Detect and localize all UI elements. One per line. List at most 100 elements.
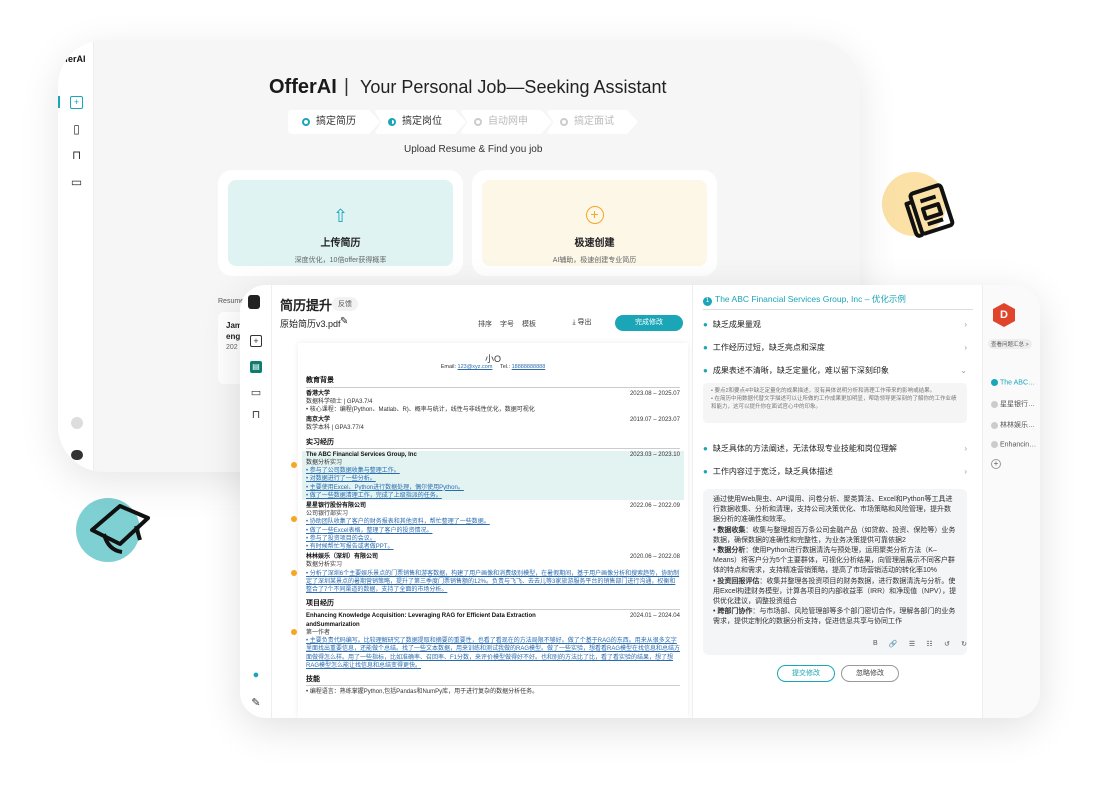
sidebar-active-indicator [58,96,60,108]
note-item: • 在简历中用数据代替文字描述可以让所做的工作成果更加明显，帮助领导更深刻的了解… [711,396,957,410]
sidebar-home-icon[interactable]: + [70,96,83,109]
issue-item[interactable]: ● 工作经历过短，缺乏亮点和深度 › [703,340,967,356]
issue-label: 工作内容过于宽泛，缺乏具体描述 [712,467,833,476]
history-item[interactable]: 林林娱乐… [991,420,1040,430]
history-item[interactable]: Enhancin… [991,441,1040,448]
intern-bullet: • 协助团队收集了客户的财务报表和其他资料，帮忙整理了一些数据。 [306,519,490,526]
step-dot [474,118,482,126]
resume-contact: Email: 123@xyz.com Tel.: 18888888888 [306,363,680,371]
edu-major: 数学本科 | GPA3.77/4 [306,425,364,432]
history-item[interactable]: 星星银行… [991,399,1040,409]
history-item[interactable]: The ABC… [991,379,1040,386]
issue-label: 成果表述不清晰，缺乏定量化，难以留下深刻印象 [712,366,889,375]
chevron-down-icon: ⌄ [960,366,967,375]
history-column: D 查看问题汇总 > The ABC… 星星银行… 林林娱乐… Enhancin… [982,285,1040,718]
warning-marker[interactable] [291,516,297,522]
point-text: ：使用Python进行数据清洗与预处理，运用聚类分析方法（K–Means）将客户… [713,547,955,575]
note-item: • 要点2和要点4中缺乏定量化的成果描述，没有具体说明分析和清理工作带来的影响或… [711,388,936,394]
issue-item[interactable]: ● 工作内容过于宽泛，缺乏具体描述 › [703,464,967,480]
panel-header: 1 The ABC Financial Services Group, Inc –… [703,293,973,310]
add-history-button[interactable]: + [991,459,1001,469]
step-label: 搞定面试 [574,116,614,127]
tel-link[interactable]: 18888888888 [512,364,546,370]
editor-toolbar: B 🔗 ☰ ☷ ↺ ↻ [873,640,967,648]
app-tagline: Your Personal Job—Seeking Assistant [360,77,667,97]
submit-change-button[interactable]: 提交修改 [777,665,835,682]
toolbar-template[interactable]: 模板 [522,319,536,329]
bold-button[interactable]: B [873,640,878,648]
school-name: 香港大学 [306,390,331,397]
export-button[interactable]: ⤓ 导出 [552,315,612,331]
sidebar-briefcase-icon[interactable]: ▭ [70,176,83,189]
upload-resume-card[interactable]: ⇧ 上传简历 深度优化，10倍offer获得概率 [218,170,463,276]
intern-bullet: • 有时候帮忙写报告或者做PPT。 [306,544,394,551]
ignore-change-button[interactable]: 忽略修改 [841,665,899,682]
search-icon: ● [703,444,708,453]
finish-edit-button[interactable]: 完成修改 [615,315,683,331]
sidebar-user-icon[interactable] [71,417,83,429]
resume-doc-icon[interactable]: ▤ [250,361,262,373]
warning-marker[interactable] [291,629,297,635]
user-avatar[interactable]: D [993,303,1015,327]
search-icon: ● [703,467,708,476]
note-text: 在简历中用数据代替文字描述可以让所做的工作成果更加明显，帮助领导更深刻的了解你的… [711,396,957,410]
step-position[interactable]: 搞定岗位 [374,110,466,134]
upload-card-inner: ⇧ 上传简历 深度优化，10倍offer获得概率 [228,180,453,266]
new-resume-icon[interactable]: + [250,335,262,347]
history-dot [991,441,998,448]
intern-block-highlighted[interactable]: The ABC Financial Services Group, Inc 202… [302,450,684,501]
email-link[interactable]: 123@xyz.com [458,364,493,370]
step-resume[interactable]: 搞定简历 [288,110,380,134]
numbered-list-button[interactable]: ☷ [926,640,932,648]
view-summary-link[interactable]: 查看问题汇总 > [988,339,1032,349]
intern-bullet: • 做了一些数据清理工作，完成了上级指派的任务。 [306,492,442,499]
intern-date: 2022.06 – 2022.09 [629,503,680,510]
intern-role: 数据分析实习 [306,562,343,569]
issue-item[interactable]: ● 缺乏成果量观 › [703,317,967,333]
edit-filename-icon[interactable]: ✎ [340,316,348,327]
link-button[interactable]: 🔗 [889,640,898,648]
intern-role: 公司银行部实习 [306,511,349,518]
toolbar-sort[interactable]: 排序 [478,319,492,329]
resume-document: 小O Email: 123@xyz.com Tel.: 18888888888 … [298,343,688,718]
intern-date: 2020.06 – 2022.08 [629,554,680,561]
resume-filename: 原始简历v3.pdf [280,319,341,329]
bullet-text: 做了一些数据清理工作，完成了上级指派的任务。 [309,492,442,499]
feedback-button[interactable]: 反馈 [332,297,358,311]
redo-button[interactable]: ↻ [961,640,967,648]
bookmark-icon[interactable]: ⊓ [250,409,262,421]
intern-bullet: • 做了一些Excel表格，整理了客户的投资情况。 [306,527,433,534]
briefcase-icon[interactable]: ▭ [250,387,262,399]
warning-marker[interactable] [291,570,297,576]
project-name-2: andSummarization [306,621,360,628]
bullet-list-button[interactable]: ☰ [909,640,915,648]
quick-create-card[interactable]: + 极速创建 AI辅助，极速创建专业简历 [472,170,717,276]
warning-marker[interactable] [291,462,297,468]
step-label: 自动网申 [488,116,528,127]
suggestion-intro: 通过使用Web爬虫、API调用、问卷分析、聚类算法、Excel和Python等工… [713,496,953,524]
sidebar-chat-icon[interactable] [71,450,83,460]
issue-label: 工作经历过短，缺乏亮点和深度 [712,343,825,352]
settings-icon[interactable]: ✎ [250,697,262,709]
sidebar-resume-icon[interactable]: ▯ [70,123,83,136]
issue-item-expanded[interactable]: ● 成果表述不清晰，缺乏定量化，难以留下深刻印象 ⌄ [703,363,967,379]
edu-date: 2023.08 – 2025.07 [629,390,680,397]
suggestion-editor[interactable]: 通过使用Web爬虫、API调用、问卷分析、聚类算法、Excel和Python等工… [703,489,967,655]
undo-button[interactable]: ↺ [944,640,950,648]
bullet-text: 做了一些Excel表格，整理了客户的投资情况。 [309,527,433,534]
issue-item[interactable]: ● 缺乏具体的方法阐述，无法体现专业技能和岗位理解 › [703,441,967,457]
intern-heading: 实习经历 [306,439,680,449]
intern-row: 星星银行股份有限公司 2022.06 – 2022.09 [306,502,680,510]
step-label: 搞定岗位 [402,116,442,127]
editor-sidebar: + ▤ ▭ ⊓ ● ✎ [240,285,272,718]
chevron-right-icon: › [964,343,967,352]
bot-icon[interactable]: ● [250,669,262,681]
history-label: 星星银行… [1000,401,1035,408]
step-active-dot [302,118,310,126]
step-label: 搞定简历 [316,116,356,127]
step-interview[interactable]: 搞定面试 [546,110,638,134]
sidebar-bookmark-icon[interactable]: ⊓ [70,149,83,162]
search-icon: ● [703,366,708,375]
step-apply[interactable]: 自动网申 [460,110,552,134]
toolbar-font[interactable]: 字号 [500,319,514,329]
